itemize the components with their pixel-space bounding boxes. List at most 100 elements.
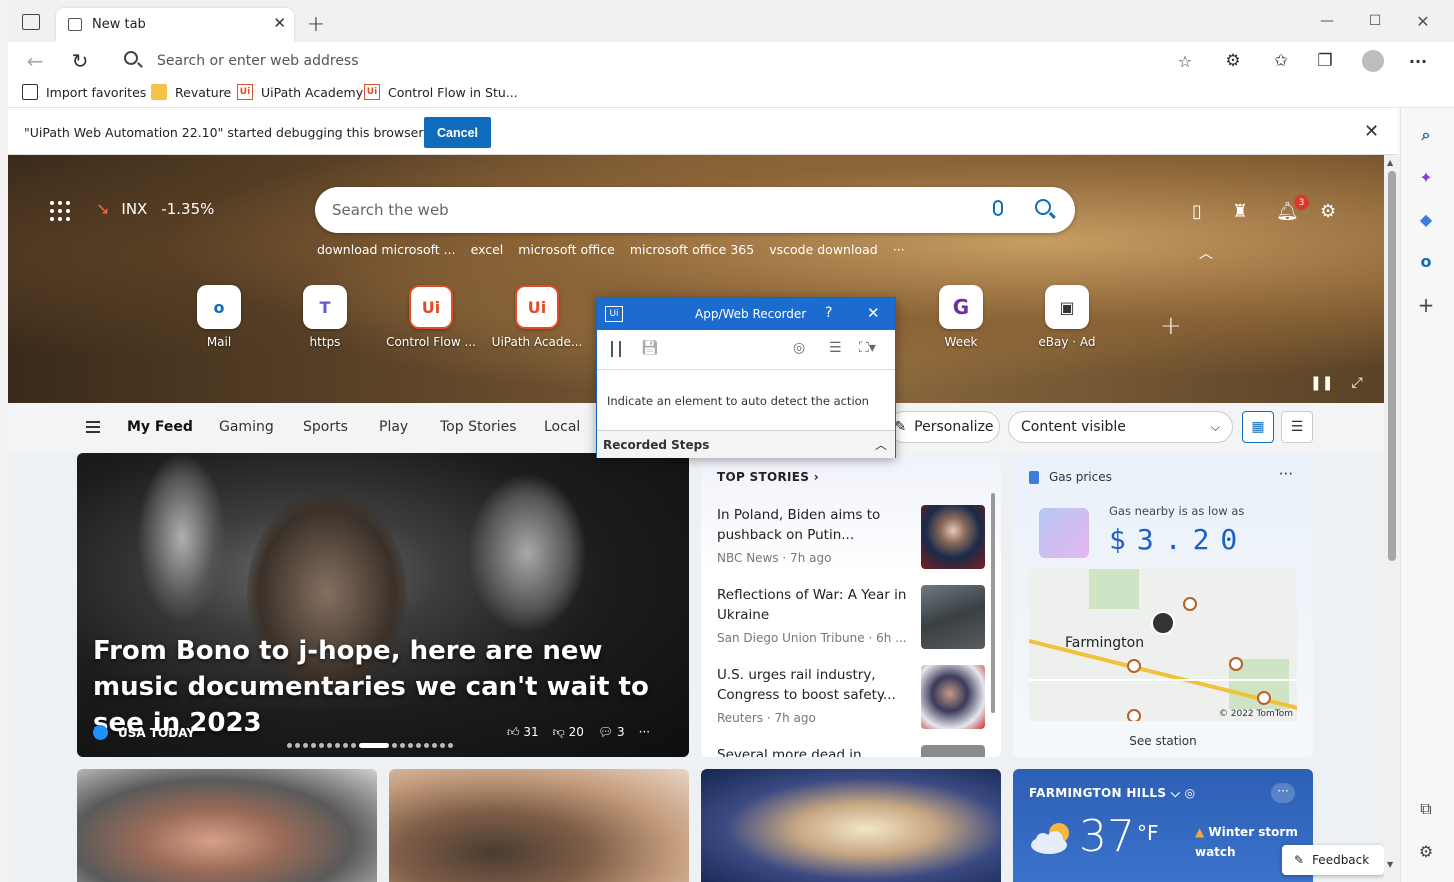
office-icon[interactable]: ◆ (1415, 208, 1437, 230)
refresh-button[interactable]: ↻ (67, 48, 93, 74)
tab-new-tab[interactable]: New tab ✕ (56, 8, 294, 42)
more-options-icon[interactable]: ··· (1279, 465, 1293, 483)
grid-view-button[interactable]: ▦ (1242, 411, 1274, 443)
top-stories-header[interactable]: TOP STORIES › (717, 470, 819, 484)
close-icon[interactable]: ✕ (867, 304, 880, 322)
address-bar[interactable]: Search or enter web address ☆ (112, 46, 1202, 76)
story-item[interactable]: Reflections of War: A Year in Ukraine Sa… (717, 585, 987, 655)
pause-icon[interactable]: ❚❚ (1310, 375, 1333, 391)
quick-link-https[interactable]: T https (270, 285, 380, 349)
phone-icon[interactable]: ▯ (1192, 201, 1202, 222)
story-card[interactable] (389, 769, 689, 882)
chevron-up-icon[interactable]: ︿ (875, 436, 887, 453)
target-icon[interactable]: ◎ (793, 340, 805, 356)
featured-story-card[interactable]: From Bono to j-hope, here are new music … (77, 453, 689, 757)
recorder-titlebar[interactable]: Ui App/Web Recorder ? ✕ (597, 298, 895, 330)
copilot-icon[interactable]: ✦ (1415, 166, 1437, 188)
scroll-down-icon[interactable]: ▼ (1387, 860, 1393, 869)
favorite-control-flow[interactable]: Ui Control Flow in Stu... (364, 84, 518, 100)
apps-grid-icon[interactable] (50, 201, 70, 221)
tab-top-stories[interactable]: Top Stories (440, 419, 517, 435)
close-icon[interactable]: ✕ (1364, 121, 1379, 142)
list-options-icon[interactable]: ☰ (829, 340, 842, 356)
see-station-link[interactable]: See station (1013, 734, 1313, 748)
collapse-chevron-icon[interactable]: ︿ (1199, 243, 1213, 263)
close-tab-icon[interactable]: ✕ (273, 14, 286, 32)
more-options-icon[interactable]: ··· (639, 725, 650, 740)
more-options-icon[interactable]: ··· (1271, 783, 1295, 803)
recorded-steps-panel[interactable]: Recorded Steps ︿ (597, 430, 895, 458)
personalize-button[interactable]: ✎ Personalize (888, 411, 1000, 443)
minimize-button[interactable]: — (1304, 8, 1350, 34)
weather-location[interactable]: FARMINGTON HILLS ⌵ ◎ (1029, 786, 1195, 801)
list-view-button[interactable]: ☰ (1281, 411, 1313, 443)
hide-sidebar-icon[interactable]: ⧉ (1415, 798, 1437, 820)
station-pin[interactable] (1127, 659, 1141, 673)
quick-link-ebay[interactable]: ▣ eBay · Ad (1012, 285, 1122, 349)
dislike-button[interactable]: 👎︎ 20 (553, 725, 584, 740)
page-scrollbar[interactable]: ▲ ▼ (1384, 155, 1400, 882)
story-card[interactable] (701, 769, 1001, 882)
outlook-icon[interactable]: o (1415, 250, 1437, 272)
extensions-icon[interactable]: ⚙ (1220, 48, 1246, 74)
carousel-pager[interactable] (287, 743, 453, 748)
story-item[interactable]: Several more dead in (717, 745, 987, 757)
story-item[interactable]: In Poland, Biden aims to pushback on Put… (717, 505, 987, 575)
feedback-button[interactable]: ✎ Feedback (1282, 845, 1384, 875)
content-visibility-dropdown[interactable]: Content visible ⌵ (1008, 411, 1233, 443)
trending-item[interactable]: excel (471, 242, 504, 257)
favorite-import[interactable]: Import favorites (22, 84, 146, 100)
tab-sports[interactable]: Sports (303, 419, 348, 435)
scroll-up-icon[interactable]: ▲ (1387, 158, 1393, 167)
favorites-icon[interactable]: ✩ (1268, 48, 1294, 74)
quick-link-mail[interactable]: o Mail (164, 285, 274, 349)
profile-avatar[interactable] (1360, 48, 1386, 74)
selected-station-pin[interactable] (1151, 611, 1175, 635)
quick-link-uipath-academy[interactable]: Ui UiPath Acade... (482, 285, 592, 349)
search-icon[interactable]: ⌕ (1415, 124, 1437, 146)
tab-my-feed[interactable]: My Feed (127, 419, 193, 435)
trending-item[interactable]: download microsoft ... (317, 242, 456, 257)
like-button[interactable]: 👍︎ 31 (507, 725, 539, 740)
quick-link-week[interactable]: G Week (906, 285, 1016, 349)
add-site-icon[interactable]: + (1160, 311, 1182, 341)
close-window-button[interactable]: ✕ (1400, 8, 1446, 34)
favorite-uipath-academy[interactable]: Ui UiPath Academy (237, 84, 363, 100)
station-pin[interactable] (1257, 691, 1271, 705)
quick-link-control-flow[interactable]: Ui Control Flow ... (376, 285, 486, 349)
station-pin[interactable] (1229, 657, 1243, 671)
station-pin[interactable] (1183, 597, 1197, 611)
trending-item[interactable]: microsoft office 365 (630, 242, 754, 257)
page-settings-icon[interactable]: ⚙ (1320, 201, 1336, 222)
tab-gaming[interactable]: Gaming (219, 419, 274, 435)
story-card[interactable] (77, 769, 377, 882)
add-favorite-icon[interactable]: ☆ (1174, 50, 1196, 72)
back-button[interactable]: ← (22, 48, 48, 74)
tab-actions-icon[interactable] (22, 14, 40, 30)
comments-button[interactable]: 💬︎ 3 (598, 725, 625, 740)
trending-item[interactable]: vscode download (769, 242, 877, 257)
trending-more[interactable]: ··· (893, 242, 905, 257)
help-button[interactable]: ? (825, 305, 832, 321)
add-icon[interactable]: + (1415, 293, 1437, 317)
search-icon[interactable] (1035, 199, 1051, 215)
save-icon[interactable]: 💾︎ (641, 340, 659, 356)
stock-ticker[interactable]: ↘ INX -1.35% (96, 199, 214, 218)
web-search-box[interactable]: Search the web (315, 187, 1075, 233)
capture-options-icon[interactable]: ⛶▾ (859, 340, 876, 356)
cancel-button[interactable]: Cancel (424, 117, 491, 148)
stories-scrollbar[interactable] (991, 493, 995, 713)
story-item[interactable]: U.S. urges rail industry, Congress to bo… (717, 665, 987, 735)
weather-card[interactable]: FARMINGTON HILLS ⌵ ◎ ··· 37 °F ▲ Winter … (1013, 769, 1313, 882)
menu-icon[interactable] (86, 421, 100, 433)
microphone-icon[interactable] (993, 200, 1003, 216)
gas-map[interactable]: Farmington © 2022 TomTom (1029, 569, 1297, 721)
new-tab-button[interactable]: + (304, 12, 328, 37)
station-pin[interactable] (1127, 709, 1141, 721)
sidebar-settings-icon[interactable]: ⚙ (1415, 840, 1437, 862)
temperature-unit[interactable]: °F (1137, 821, 1159, 845)
pause-recording-button[interactable] (611, 341, 621, 357)
tab-play[interactable]: Play (379, 419, 408, 435)
rewards-icon[interactable]: ♜ (1232, 201, 1248, 222)
scrollbar-thumb[interactable] (1388, 171, 1396, 561)
